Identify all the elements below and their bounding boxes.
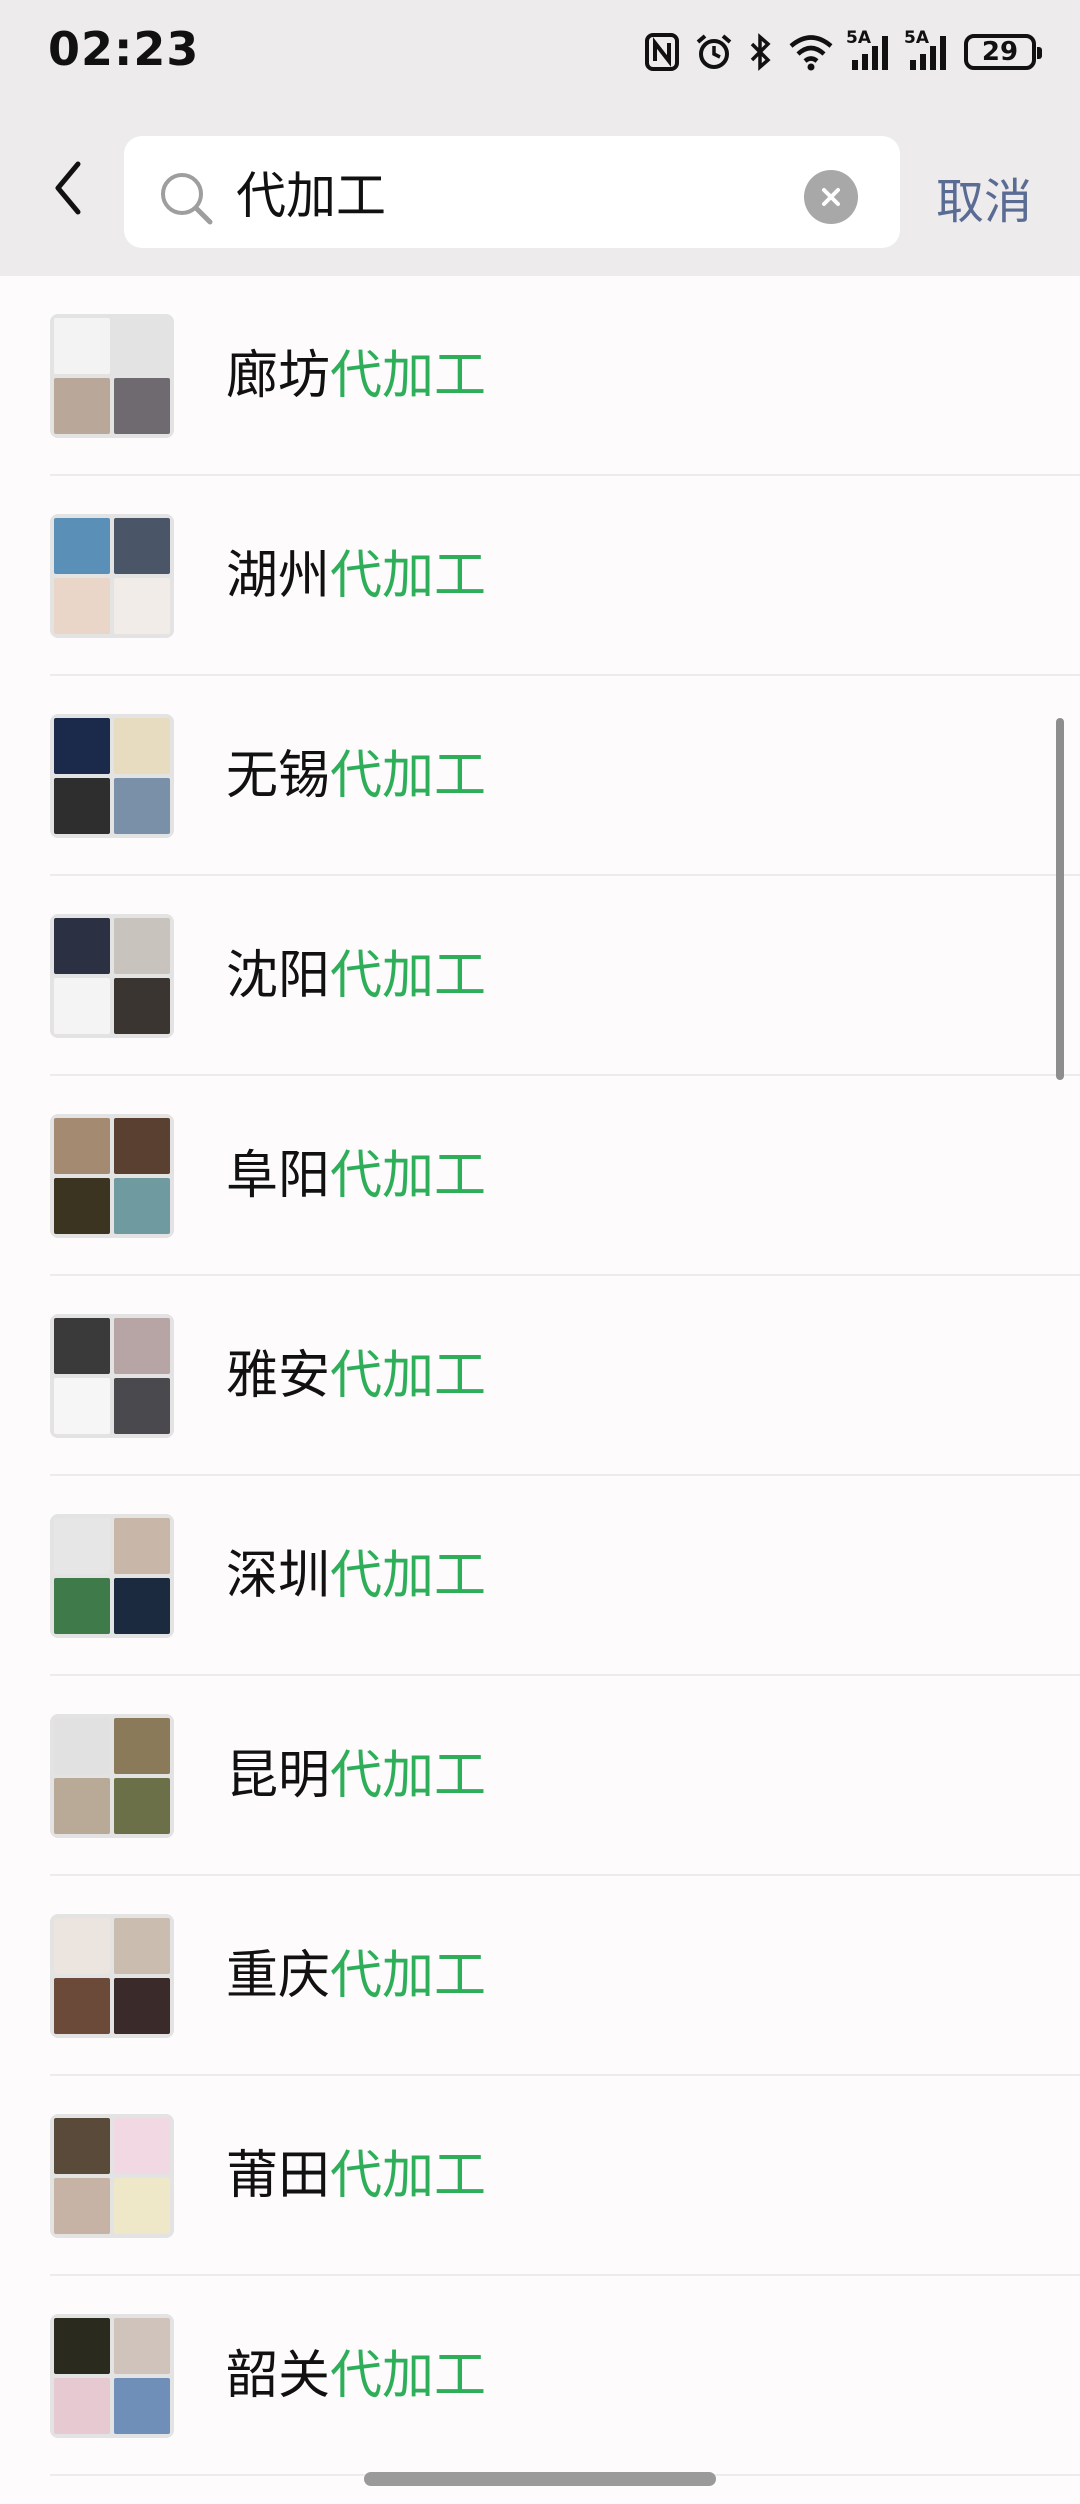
- title-prefix: 莆田: [226, 2146, 331, 2206]
- list-item[interactable]: 廊坊代加工: [0, 276, 1080, 476]
- search-header: 取消: [0, 104, 1080, 276]
- title-prefix: 无锡: [226, 746, 331, 806]
- list-item-title: 阜阳代加工: [226, 1144, 486, 1208]
- title-prefix: 重庆: [226, 1946, 331, 2006]
- title-prefix: 阜阳: [226, 1146, 331, 1206]
- title-prefix: 昆明: [226, 1746, 331, 1806]
- title-match-highlight: 代加工: [330, 1146, 487, 1206]
- title-prefix: 湖州: [226, 546, 331, 606]
- group-avatar: [50, 1914, 174, 2038]
- list-item[interactable]: 湖州代加工: [0, 476, 1080, 676]
- group-avatar: [50, 714, 174, 838]
- list-item[interactable]: 深圳代加工: [0, 1476, 1080, 1676]
- signal-icon-2: 5A: [904, 28, 950, 72]
- list-item-title: 深圳代加工: [226, 1544, 486, 1608]
- list-item-title: 莆田代加工: [226, 2144, 486, 2208]
- group-avatar: [50, 1514, 174, 1638]
- title-match-highlight: 代加工: [330, 1746, 487, 1806]
- signal-icon-1: 5A: [846, 28, 892, 72]
- search-results-list: 廊坊代加工 湖州代加工 无锡代加工 沈阳代加工 阜阳代加工 雅安代加工 深圳代加…: [0, 276, 1080, 2476]
- title-match-highlight: 代加工: [330, 946, 487, 1006]
- cancel-button[interactable]: 取消: [936, 162, 1032, 232]
- group-avatar: [50, 914, 174, 1038]
- list-item-title: 雅安代加工: [226, 1344, 486, 1408]
- close-icon: [822, 188, 840, 206]
- group-avatar: [50, 1314, 174, 1438]
- title-match-highlight: 代加工: [330, 1546, 487, 1606]
- clear-search-button[interactable]: [804, 170, 858, 224]
- title-prefix: 雅安: [226, 1346, 331, 1406]
- status-time: 02:23: [48, 22, 200, 76]
- list-item-title: 沈阳代加工: [226, 944, 486, 1008]
- list-item-title: 重庆代加工: [226, 1944, 486, 2008]
- list-item[interactable]: 韶关代加工: [0, 2276, 1080, 2476]
- status-icons: 5A 5A 29: [644, 26, 1042, 78]
- group-avatar: [50, 1114, 174, 1238]
- list-item[interactable]: 阜阳代加工: [0, 1076, 1080, 1276]
- list-item-title: 韶关代加工: [226, 2344, 486, 2408]
- group-avatar: [50, 514, 174, 638]
- list-item[interactable]: 昆明代加工: [0, 1676, 1080, 1876]
- group-avatar: [50, 2314, 174, 2438]
- list-item[interactable]: 无锡代加工: [0, 676, 1080, 876]
- group-avatar: [50, 1714, 174, 1838]
- wifi-icon: [788, 33, 834, 71]
- list-item-title: 昆明代加工: [226, 1744, 486, 1808]
- list-item[interactable]: 雅安代加工: [0, 1276, 1080, 1476]
- status-bar: 02:23 5A 5A 29: [0, 0, 1080, 104]
- signal-label-2: 5A: [904, 28, 929, 48]
- list-item-title: 无锡代加工: [226, 744, 486, 808]
- search-icon: [161, 173, 213, 225]
- back-button[interactable]: [40, 160, 96, 216]
- signal-label-1: 5A: [846, 28, 871, 48]
- title-match-highlight: 代加工: [330, 546, 487, 606]
- search-input[interactable]: [236, 156, 796, 228]
- title-match-highlight: 代加工: [330, 2346, 487, 2406]
- battery-icon: 29: [964, 34, 1042, 70]
- list-item[interactable]: 重庆代加工: [0, 1876, 1080, 2076]
- title-prefix: 韶关: [226, 2346, 331, 2406]
- home-indicator[interactable]: [364, 2472, 716, 2486]
- title-match-highlight: 代加工: [330, 1946, 487, 2006]
- title-match-highlight: 代加工: [330, 346, 487, 406]
- list-item-title: 湖州代加工: [226, 544, 486, 608]
- list-item[interactable]: 沈阳代加工: [0, 876, 1080, 1076]
- title-match-highlight: 代加工: [330, 1346, 487, 1406]
- chevron-left-icon: [55, 161, 81, 215]
- nfc-icon: [644, 32, 680, 72]
- title-prefix: 深圳: [226, 1546, 331, 1606]
- title-prefix: 沈阳: [226, 946, 331, 1006]
- list-item-title: 廊坊代加工: [226, 344, 486, 408]
- alarm-icon: [694, 32, 734, 72]
- title-prefix: 廊坊: [226, 346, 331, 406]
- search-box[interactable]: [124, 136, 900, 248]
- scrollbar[interactable]: [1056, 718, 1064, 1080]
- group-avatar: [50, 2114, 174, 2238]
- bluetooth-icon: [748, 32, 774, 72]
- list-item[interactable]: 莆田代加工: [0, 2076, 1080, 2276]
- title-match-highlight: 代加工: [330, 746, 487, 806]
- group-avatar: [50, 314, 174, 438]
- title-match-highlight: 代加工: [330, 2146, 487, 2206]
